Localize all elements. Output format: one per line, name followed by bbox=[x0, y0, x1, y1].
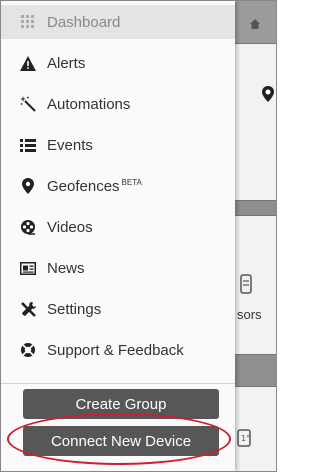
newspaper-icon bbox=[19, 259, 37, 277]
nav-item-label: Videos bbox=[47, 218, 93, 236]
location-pin-icon bbox=[19, 177, 37, 195]
nav-item-support[interactable]: Support & Feedback bbox=[1, 333, 235, 367]
grid-icon bbox=[19, 13, 37, 31]
background-sensors-label: sors bbox=[237, 307, 262, 322]
home-icon bbox=[250, 19, 260, 29]
nav-item-events[interactable]: Events bbox=[1, 128, 235, 162]
beta-badge: BETA bbox=[121, 177, 142, 187]
nav-item-settings[interactable]: Settings bbox=[1, 292, 235, 326]
thermostat-icon: 1° bbox=[237, 429, 251, 447]
map-pin-icon bbox=[262, 86, 274, 102]
lifebuoy-icon bbox=[19, 341, 37, 359]
nav-item-label: Dashboard bbox=[47, 13, 121, 31]
drawer-divider bbox=[1, 383, 235, 384]
nav-item-label: Events bbox=[47, 136, 93, 154]
list-icon bbox=[19, 136, 37, 154]
nav-item-news[interactable]: News bbox=[1, 251, 235, 285]
magic-wand-icon bbox=[19, 95, 37, 113]
film-reel-icon bbox=[19, 218, 37, 236]
warning-icon bbox=[19, 54, 37, 72]
nav-item-automations[interactable]: Automations bbox=[1, 87, 235, 121]
nav-item-label: Settings bbox=[47, 300, 102, 318]
nav-item-label: News bbox=[47, 259, 85, 277]
svg-text:1°: 1° bbox=[241, 434, 250, 443]
connect-new-device-button[interactable]: Connect New Device bbox=[23, 426, 219, 456]
nav-item-label: Alerts bbox=[47, 54, 86, 72]
app-frame: sors 1° Dashboard Alerts Automations Eve… bbox=[0, 0, 277, 472]
nav-item-label: Support & Feedback bbox=[47, 341, 184, 359]
nav-item-videos[interactable]: Videos bbox=[1, 210, 235, 244]
nav-item-dashboard[interactable]: Dashboard bbox=[1, 5, 235, 39]
nav-item-label: Automations bbox=[47, 95, 131, 113]
sensor-icon bbox=[240, 274, 252, 294]
create-group-button[interactable]: Create Group bbox=[23, 389, 219, 419]
nav-item-label: Geofences BETA bbox=[47, 177, 142, 195]
nav-item-alerts[interactable]: Alerts bbox=[1, 46, 235, 80]
background-card bbox=[235, 43, 276, 201]
wrench-screwdriver-icon bbox=[19, 300, 37, 318]
nav-item-geofences[interactable]: Geofences BETA bbox=[1, 169, 235, 203]
navigation-drawer: Dashboard Alerts Automations Events Geof… bbox=[1, 1, 235, 471]
